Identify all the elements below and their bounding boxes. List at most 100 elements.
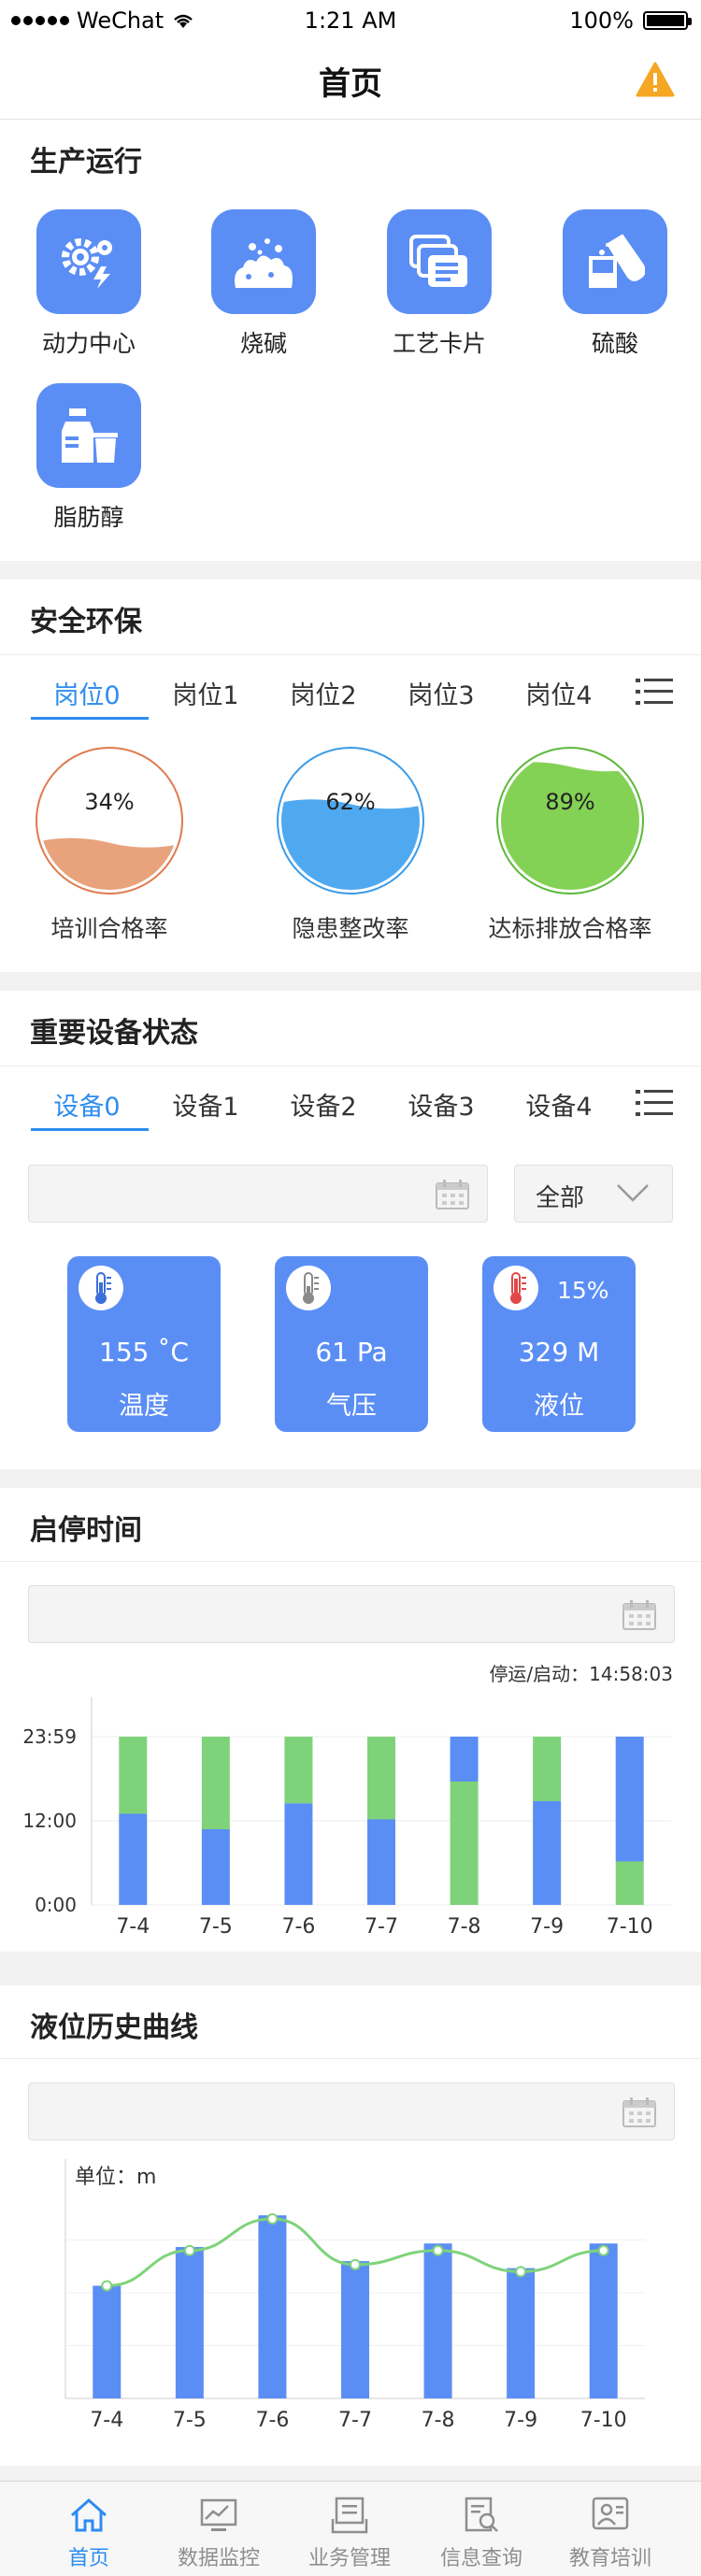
tab-device-2[interactable]: 设备2 xyxy=(267,1080,379,1131)
tab-device-4[interactable]: 设备4 xyxy=(503,1080,615,1131)
gauge-value: 62% xyxy=(325,789,375,815)
bar-segment xyxy=(533,1801,562,1905)
tabbar-label: 数据监控 xyxy=(177,2547,260,2570)
x-tick-label: 7-9 xyxy=(530,1915,564,1935)
gauge-circle: 62% xyxy=(277,747,424,894)
line-point xyxy=(515,2266,527,2278)
line-point xyxy=(101,2280,113,2292)
tabbar-info[interactable]: 信息查询 xyxy=(411,2482,551,2576)
app-sulfuric-acid[interactable]: 硫酸 xyxy=(536,209,694,359)
card-value: 61 Pa xyxy=(315,1337,388,1367)
card-name: 液位 xyxy=(534,1392,584,1421)
calendar-icon[interactable] xyxy=(622,2097,657,2128)
list-menu-icon[interactable] xyxy=(636,1088,673,1118)
app-power-center[interactable]: 动力中心 xyxy=(9,209,168,359)
line-point xyxy=(350,2258,361,2270)
divider xyxy=(0,1561,701,1562)
tabbar-monitor[interactable]: 数据监控 xyxy=(149,2482,289,2576)
card-name: 温度 xyxy=(119,1392,169,1421)
bar xyxy=(175,2247,204,2398)
calendar-icon[interactable] xyxy=(435,1179,470,1210)
production-section: 生产运行 动力中心 烧碱 工艺卡片 硫酸 脂肪醇 xyxy=(0,120,701,561)
gauge-training: 34% 培训合格率 xyxy=(7,744,212,944)
home-page: WeChat 1:21 AM 100% 首页 生产运行 动力中心 烧碱 工艺卡片… xyxy=(0,0,701,2576)
calendar-icon[interactable] xyxy=(622,1599,657,1631)
startstop-chart: 停运/启动：14:58:03 23:59 12:00 0:00 7-4 7-5 7-6 7-7… xyxy=(22,1663,673,1935)
app-label: 动力中心 xyxy=(41,330,136,357)
tabbar-training[interactable]: 教育培训 xyxy=(540,2482,680,2576)
tab-device-1[interactable]: 设备1 xyxy=(150,1080,262,1131)
gauge-emission: 89% 达标排放合格率 xyxy=(467,744,673,944)
liquid-title: 液位历史曲线 xyxy=(30,2011,198,2044)
liquid-date-input[interactable] xyxy=(28,2082,675,2140)
tabbar-label: 信息查询 xyxy=(439,2547,522,2570)
page-title: 首页 xyxy=(319,65,382,103)
tab-device-3[interactable]: 设备3 xyxy=(385,1080,497,1131)
equipment-date-input[interactable] xyxy=(28,1165,488,1223)
x-tick-label: 7-7 xyxy=(365,1915,398,1935)
home-icon xyxy=(71,2497,107,2532)
tab-post-2[interactable]: 岗位2 xyxy=(267,669,379,720)
bar-segment xyxy=(284,1737,313,1804)
tab-post-0[interactable]: 岗位0 xyxy=(31,669,149,720)
tab-post-4[interactable]: 岗位4 xyxy=(503,669,615,720)
x-tick-label: 7-9 xyxy=(504,2409,537,2432)
bar-segment xyxy=(367,1819,395,1905)
bar-segment xyxy=(367,1737,395,1820)
device-card-temperature[interactable]: 155 ˚C 温度 xyxy=(67,1256,221,1432)
tabbar-home[interactable]: 首页 xyxy=(19,2482,159,2576)
thermometer-icon xyxy=(79,1266,123,1310)
line-point xyxy=(597,2244,609,2256)
gauge-fill xyxy=(501,762,639,890)
x-tick-label: 7-6 xyxy=(255,2409,289,2432)
startstop-section: 启停时间 停运/启动：14:58:03 23:59 12:00 0:00 7-4 7-5 7… xyxy=(0,1488,701,1952)
x-tick-label: 7-5 xyxy=(199,1915,233,1935)
app-caustic-soda[interactable]: 烧碱 xyxy=(184,209,343,359)
device-card-pressure[interactable]: 61 Pa 气压 xyxy=(275,1256,428,1432)
warning-icon[interactable] xyxy=(636,62,675,97)
x-tick-label: 7-10 xyxy=(580,2409,627,2432)
tabbar-label: 业务管理 xyxy=(308,2547,391,2570)
app-fatty-alcohol[interactable]: 脂肪醇 xyxy=(9,383,168,533)
x-tick-label: 7-8 xyxy=(448,1915,481,1935)
gauge-label: 隐患整改率 xyxy=(292,915,409,942)
status-bar: WeChat 1:21 AM 100% xyxy=(0,0,701,41)
bottles-icon xyxy=(36,383,141,488)
bar xyxy=(258,2215,287,2398)
bar xyxy=(589,2243,618,2398)
app-label: 硫酸 xyxy=(591,330,638,357)
bar-segment xyxy=(201,1737,230,1829)
status-right: 100% xyxy=(569,7,692,34)
startstop-date-input[interactable] xyxy=(28,1585,675,1643)
device-card-level[interactable]: 15% 329 M 液位 xyxy=(482,1256,636,1432)
tab-device-0[interactable]: 设备0 xyxy=(31,1080,149,1131)
app-process-cards[interactable]: 工艺卡片 xyxy=(360,209,519,359)
bar-segment xyxy=(615,1861,644,1905)
y-tick-label: 0:00 xyxy=(35,1894,77,1916)
y-tick-label: 23:59 xyxy=(22,1725,77,1748)
list-menu-icon[interactable] xyxy=(636,677,673,707)
battery-label: 100% xyxy=(569,7,634,34)
equipment-section: 重要设备状态 设备0 设备1 设备2 设备3 设备4 全部 155 ˚C 温度 … xyxy=(0,991,701,1469)
bar-segment xyxy=(533,1737,562,1801)
search-doc-icon xyxy=(465,2497,498,2532)
app-label: 工艺卡片 xyxy=(392,330,486,357)
equipment-filter-select[interactable]: 全部 xyxy=(514,1165,673,1223)
tab-post-3[interactable]: 岗位3 xyxy=(385,669,497,720)
card-value: 329 M xyxy=(518,1337,600,1367)
tabbar-business[interactable]: 业务管理 xyxy=(279,2482,420,2576)
card-extra: 15% xyxy=(557,1277,609,1304)
bar xyxy=(93,2285,122,2398)
bar xyxy=(507,2268,536,2398)
thermometer-icon xyxy=(494,1266,538,1310)
gauge-hazard: 62% 隐患整改率 xyxy=(248,744,453,944)
flask-icon xyxy=(563,209,667,314)
liquid-section: 液位历史曲线 单位：m 7-4 7-5 7-6 7-7 7-8 7-9 7-10 xyxy=(0,1985,701,2466)
tab-post-1[interactable]: 岗位1 xyxy=(150,669,262,720)
divider xyxy=(0,2058,701,2059)
bar xyxy=(341,2261,369,2398)
x-tick-label: 7-8 xyxy=(422,2409,455,2432)
nav-bar: 首页 xyxy=(0,41,701,120)
x-tick-label: 7-7 xyxy=(338,2409,372,2432)
tabbar-label: 首页 xyxy=(67,2547,109,2570)
